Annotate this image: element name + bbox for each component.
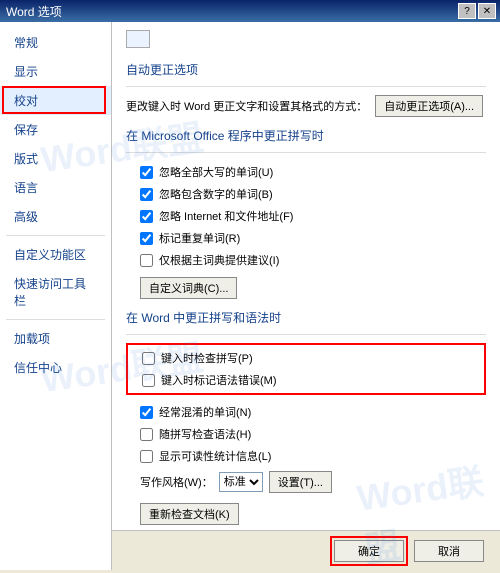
sidebar-separator <box>6 235 105 236</box>
chk-label: 显示可读性统计信息(L) <box>159 448 271 464</box>
chk-readability-stats[interactable] <box>140 450 153 463</box>
section-office-title: 在 Microsoft Office 程序中更正拼写时 <box>126 127 486 144</box>
sidebar-item-advanced[interactable]: 高级 <box>0 202 111 231</box>
chk-label: 忽略包含数字的单词(B) <box>159 186 273 202</box>
chk-grammar-with-spelling[interactable] <box>140 428 153 441</box>
chk-ignore-uppercase[interactable] <box>140 166 153 179</box>
chk-label: 经常混淆的单词(N) <box>159 404 251 420</box>
section-autocorrect-title: 自动更正选项 <box>126 61 486 78</box>
sidebar-item-qat[interactable]: 快速访问工具栏 <box>0 269 111 315</box>
chk-label: 忽略全部大写的单词(U) <box>159 164 273 180</box>
sidebar-item-general[interactable]: 常规 <box>0 28 111 57</box>
sidebar-item-ribbon[interactable]: 自定义功能区 <box>0 240 111 269</box>
chk-flag-repeated[interactable] <box>140 232 153 245</box>
chk-label: 键入时检查拼写(P) <box>161 350 253 366</box>
chk-label: 标记重复单词(R) <box>159 230 240 246</box>
sidebar: 常规 显示 校对 保存 版式 语言 高级 自定义功能区 快速访问工具栏 加载项 … <box>0 22 112 570</box>
chk-label: 仅根据主词典提供建议(I) <box>159 252 279 268</box>
chk-label: 忽略 Internet 和文件地址(F) <box>159 208 293 224</box>
dialog-footer: 确定 取消 <box>112 530 500 570</box>
chk-confused-words[interactable] <box>140 406 153 419</box>
custom-dict-button[interactable]: 自定义词典(C)... <box>140 277 237 299</box>
titlebar: Word 选项 ? ✕ <box>0 0 500 22</box>
recheck-doc-button[interactable]: 重新检查文档(K) <box>140 503 239 525</box>
sidebar-item-save[interactable]: 保存 <box>0 115 111 144</box>
chk-ignore-internet[interactable] <box>140 210 153 223</box>
writing-style-label: 写作风格(W)： <box>140 474 213 490</box>
sidebar-item-layout[interactable]: 版式 <box>0 144 111 173</box>
sidebar-item-trust[interactable]: 信任中心 <box>0 353 111 382</box>
chk-label: 随拼写检查语法(H) <box>159 426 251 442</box>
main-panel: 自动更正选项 更改键入时 Word 更正文字和设置其格式的方式： 自动更正选项(… <box>112 22 500 570</box>
abc-icon <box>126 30 150 48</box>
divider <box>126 334 486 335</box>
writing-style-select[interactable]: 标准 <box>219 472 263 492</box>
highlight-spellcheck-group: 键入时检查拼写(P) 键入时标记语法错误(M) <box>126 343 486 395</box>
window-title: Word 选项 <box>4 3 456 20</box>
divider <box>126 152 486 153</box>
chk-main-dict-only[interactable] <box>140 254 153 267</box>
sidebar-item-display[interactable]: 显示 <box>0 57 111 86</box>
cancel-button[interactable]: 取消 <box>414 540 484 562</box>
ok-button[interactable]: 确定 <box>334 540 404 562</box>
sidebar-item-proofing[interactable]: 校对 <box>0 86 111 115</box>
chk-ignore-numbers[interactable] <box>140 188 153 201</box>
chk-mark-grammar-typing[interactable] <box>142 374 155 387</box>
autocorrect-options-button[interactable]: 自动更正选项(A)... <box>375 95 483 117</box>
sidebar-item-addins[interactable]: 加载项 <box>0 324 111 353</box>
section-word-title: 在 Word 中更正拼写和语法时 <box>126 309 486 326</box>
help-button[interactable]: ? <box>458 3 476 19</box>
divider <box>126 86 486 87</box>
autocorrect-intro: 更改键入时 Word 更正文字和设置其格式的方式： <box>126 98 367 114</box>
sidebar-item-language[interactable]: 语言 <box>0 173 111 202</box>
close-button[interactable]: ✕ <box>478 3 496 19</box>
sidebar-separator <box>6 319 105 320</box>
chk-label: 键入时标记语法错误(M) <box>161 372 277 388</box>
writing-style-settings-button[interactable]: 设置(T)... <box>269 471 332 493</box>
chk-check-spelling-typing[interactable] <box>142 352 155 365</box>
